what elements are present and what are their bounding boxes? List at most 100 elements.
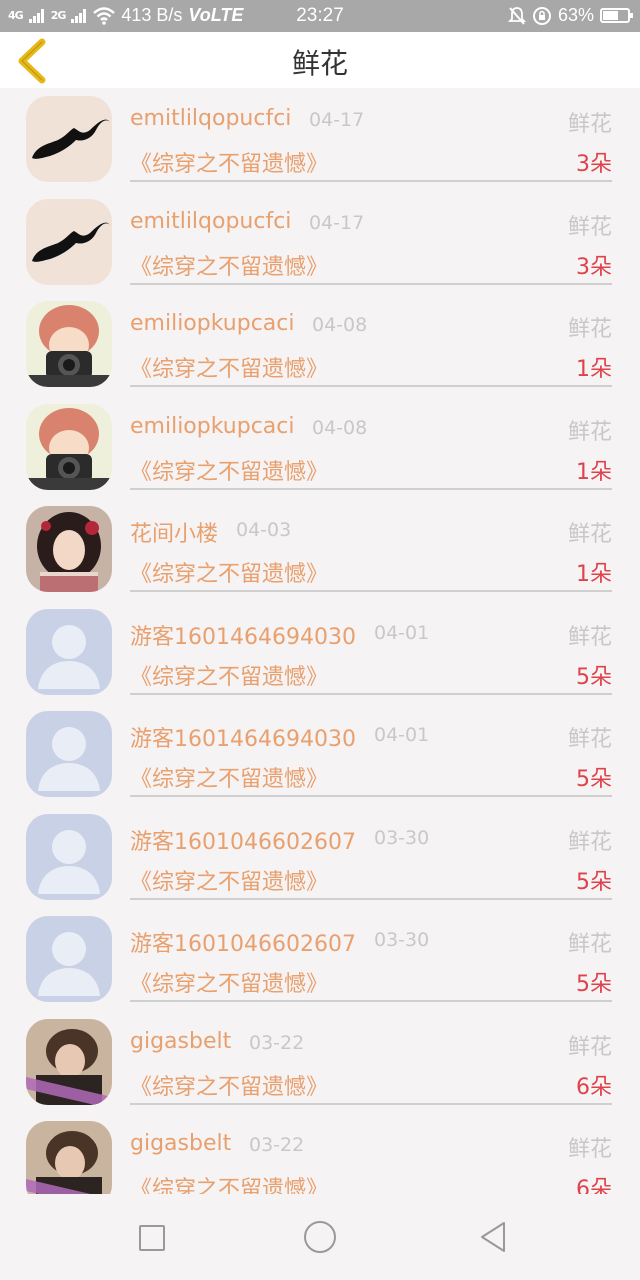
mute-bell-icon (507, 6, 526, 25)
divider (130, 282, 612, 285)
divider (130, 1102, 612, 1105)
flower-count: 5朵 (576, 869, 612, 895)
mustache-avatar[interactable] (26, 96, 112, 182)
book-title: 《综穿之不留遗憾》 (130, 767, 329, 792)
list-item[interactable]: emitlilqopucfci 04-17 鲜花《综穿之不留遗憾》 3朵 (0, 191, 640, 294)
list-item[interactable]: 游客1601464694030 04-01 鲜花《综穿之不留遗憾》 5朵 (0, 703, 640, 806)
divider (130, 385, 612, 387)
header-bar: 鲜花 (0, 32, 640, 88)
flower-count: 1朵 (576, 459, 612, 485)
gift-date: 04-17 (309, 109, 365, 131)
battery-percent: 63% (557, 5, 594, 25)
photo-girl-avatar[interactable] (26, 1018, 112, 1105)
gift-type-label: 鲜花 (567, 317, 612, 342)
flower-count: 6朵 (576, 1074, 612, 1100)
gift-type-label: 鲜花 (567, 727, 612, 752)
flower-count: 5朵 (576, 664, 612, 690)
system-nav-bar (0, 1194, 640, 1280)
divider (130, 487, 612, 490)
book-title: 《综穿之不留遗憾》 (130, 1074, 329, 1100)
mustache-avatar[interactable] (26, 198, 112, 285)
triangle-back-icon[interactable] (478, 1221, 508, 1253)
photo-girl-avatar[interactable] (26, 1121, 112, 1194)
gift-date: 04-03 (236, 519, 292, 541)
flower-count: 3朵 (576, 152, 612, 177)
book-title: 《综穿之不留遗憾》 (130, 357, 329, 382)
book-title: 《综穿之不留遗憾》 (130, 152, 329, 177)
divider (130, 897, 612, 900)
page-title: 鲜花 (291, 47, 348, 80)
divider (130, 795, 612, 797)
user-name[interactable]: emiliopkupcaci (130, 311, 294, 336)
list-item[interactable]: 游客1601464694030 04-01 鲜花《综穿之不留遗憾》 5朵 (0, 601, 640, 704)
list-item[interactable]: gigasbelt 03-22 鲜花《综穿之不留遗憾》 6朵 (0, 1113, 640, 1194)
gift-date: 04-08 (312, 416, 368, 439)
user-name[interactable]: 游客1601046602607 (130, 824, 356, 856)
gift-date: 03-30 (374, 929, 430, 951)
camera-boy-avatar[interactable] (26, 403, 112, 490)
default-user-avatar[interactable] (26, 916, 112, 1002)
gift-date: 04-17 (309, 211, 365, 234)
book-title: 《综穿之不留遗憾》 (130, 664, 329, 690)
divider (130, 590, 612, 592)
user-name[interactable]: gigasbelt (130, 1029, 231, 1054)
user-name[interactable]: emitlilqopucfci (130, 209, 291, 234)
gift-date: 03-30 (374, 826, 430, 849)
user-name[interactable]: emiliopkupcaci (130, 414, 294, 439)
divider (130, 1000, 612, 1002)
default-user-avatar[interactable] (26, 711, 112, 797)
flower-records-list[interactable]: emitlilqopucfci 04-17 鲜花 《综穿之不留遗憾》 3朵 emitlil… (0, 88, 640, 1194)
list-item[interactable]: 游客1601046602607 03-30 鲜花《综穿之不留遗憾》 5朵 (0, 806, 640, 909)
status-right: 63% (507, 5, 633, 26)
book-title: 《综穿之不留遗憾》 (130, 869, 329, 895)
gift-type-label: 鲜花 (567, 1137, 612, 1162)
gift-type-label: 鲜花 (567, 112, 612, 137)
gift-type-label: 鲜花 (567, 419, 612, 445)
user-name[interactable]: 游客1601046602607 (130, 926, 356, 958)
list-item[interactable]: emiliopkupcaci 04-08 鲜花《综穿之不留遗憾》 1朵 (0, 293, 640, 396)
divider (130, 180, 612, 182)
gift-date: 04-01 (374, 724, 430, 746)
user-name[interactable]: 花间小楼 (130, 516, 218, 548)
list-item[interactable]: emitlilqopucfci 04-17 鲜花《综穿之不留遗憾》 3朵 (0, 88, 640, 191)
circle-icon[interactable] (304, 1221, 336, 1253)
girl-portrait-avatar[interactable] (26, 506, 112, 592)
book-title: 《综穿之不留遗憾》 (130, 1177, 329, 1194)
gift-type-label: 鲜花 (567, 1034, 612, 1060)
camera-boy-avatar[interactable] (26, 301, 112, 387)
gift-type-label: 鲜花 (567, 214, 612, 240)
list-item[interactable]: gigasbelt 03-22 鲜花《综穿之不留遗憾》 6朵 (0, 1011, 640, 1114)
list-item[interactable]: emiliopkupcaci 04-08 鲜花《综穿之不留遗憾》 1朵 (0, 396, 640, 499)
gift-type-label: 鲜花 (567, 522, 612, 547)
book-title: 《综穿之不留遗憾》 (130, 459, 329, 485)
user-name[interactable]: gigasbelt (130, 1131, 231, 1156)
status-bar: 4G 2G 413 B/s VoLTE 23:27 63% (0, 0, 640, 32)
flower-count: 6朵 (576, 1177, 612, 1194)
divider (130, 692, 612, 695)
gift-type-label: 鲜花 (567, 624, 612, 650)
gift-type-label: 鲜花 (567, 829, 612, 855)
list-item[interactable]: 花间小楼 04-03 鲜花《综穿之不留遗憾》 1朵 (0, 498, 640, 601)
user-name[interactable]: 游客1601464694030 (130, 619, 356, 651)
user-name[interactable]: 游客1601464694030 (130, 721, 356, 753)
flower-count: 1朵 (576, 357, 612, 382)
gift-date: 03-22 (249, 1031, 305, 1054)
flower-count: 1朵 (576, 562, 612, 587)
gift-date: 03-22 (249, 1134, 305, 1156)
battery-icon (600, 8, 633, 23)
square-icon[interactable] (139, 1225, 165, 1251)
gift-date: 04-08 (312, 314, 368, 336)
book-title: 《综穿之不留遗憾》 (130, 972, 329, 997)
default-user-avatar[interactable] (26, 608, 112, 695)
book-title: 《综穿之不留遗憾》 (130, 254, 329, 280)
book-title: 《综穿之不留遗憾》 (130, 562, 329, 587)
flower-count: 5朵 (576, 972, 612, 997)
user-name[interactable]: emitlilqopucfci (130, 106, 291, 131)
list-item[interactable]: 游客1601046602607 03-30 鲜花《综穿之不留遗憾》 5朵 (0, 908, 640, 1011)
flower-count: 3朵 (576, 254, 612, 280)
gift-date: 04-01 (374, 621, 430, 644)
gift-type-label: 鲜花 (567, 932, 612, 957)
flower-count: 5朵 (576, 767, 612, 792)
rotation-lock-icon (532, 6, 551, 25)
default-user-avatar[interactable] (26, 813, 112, 900)
